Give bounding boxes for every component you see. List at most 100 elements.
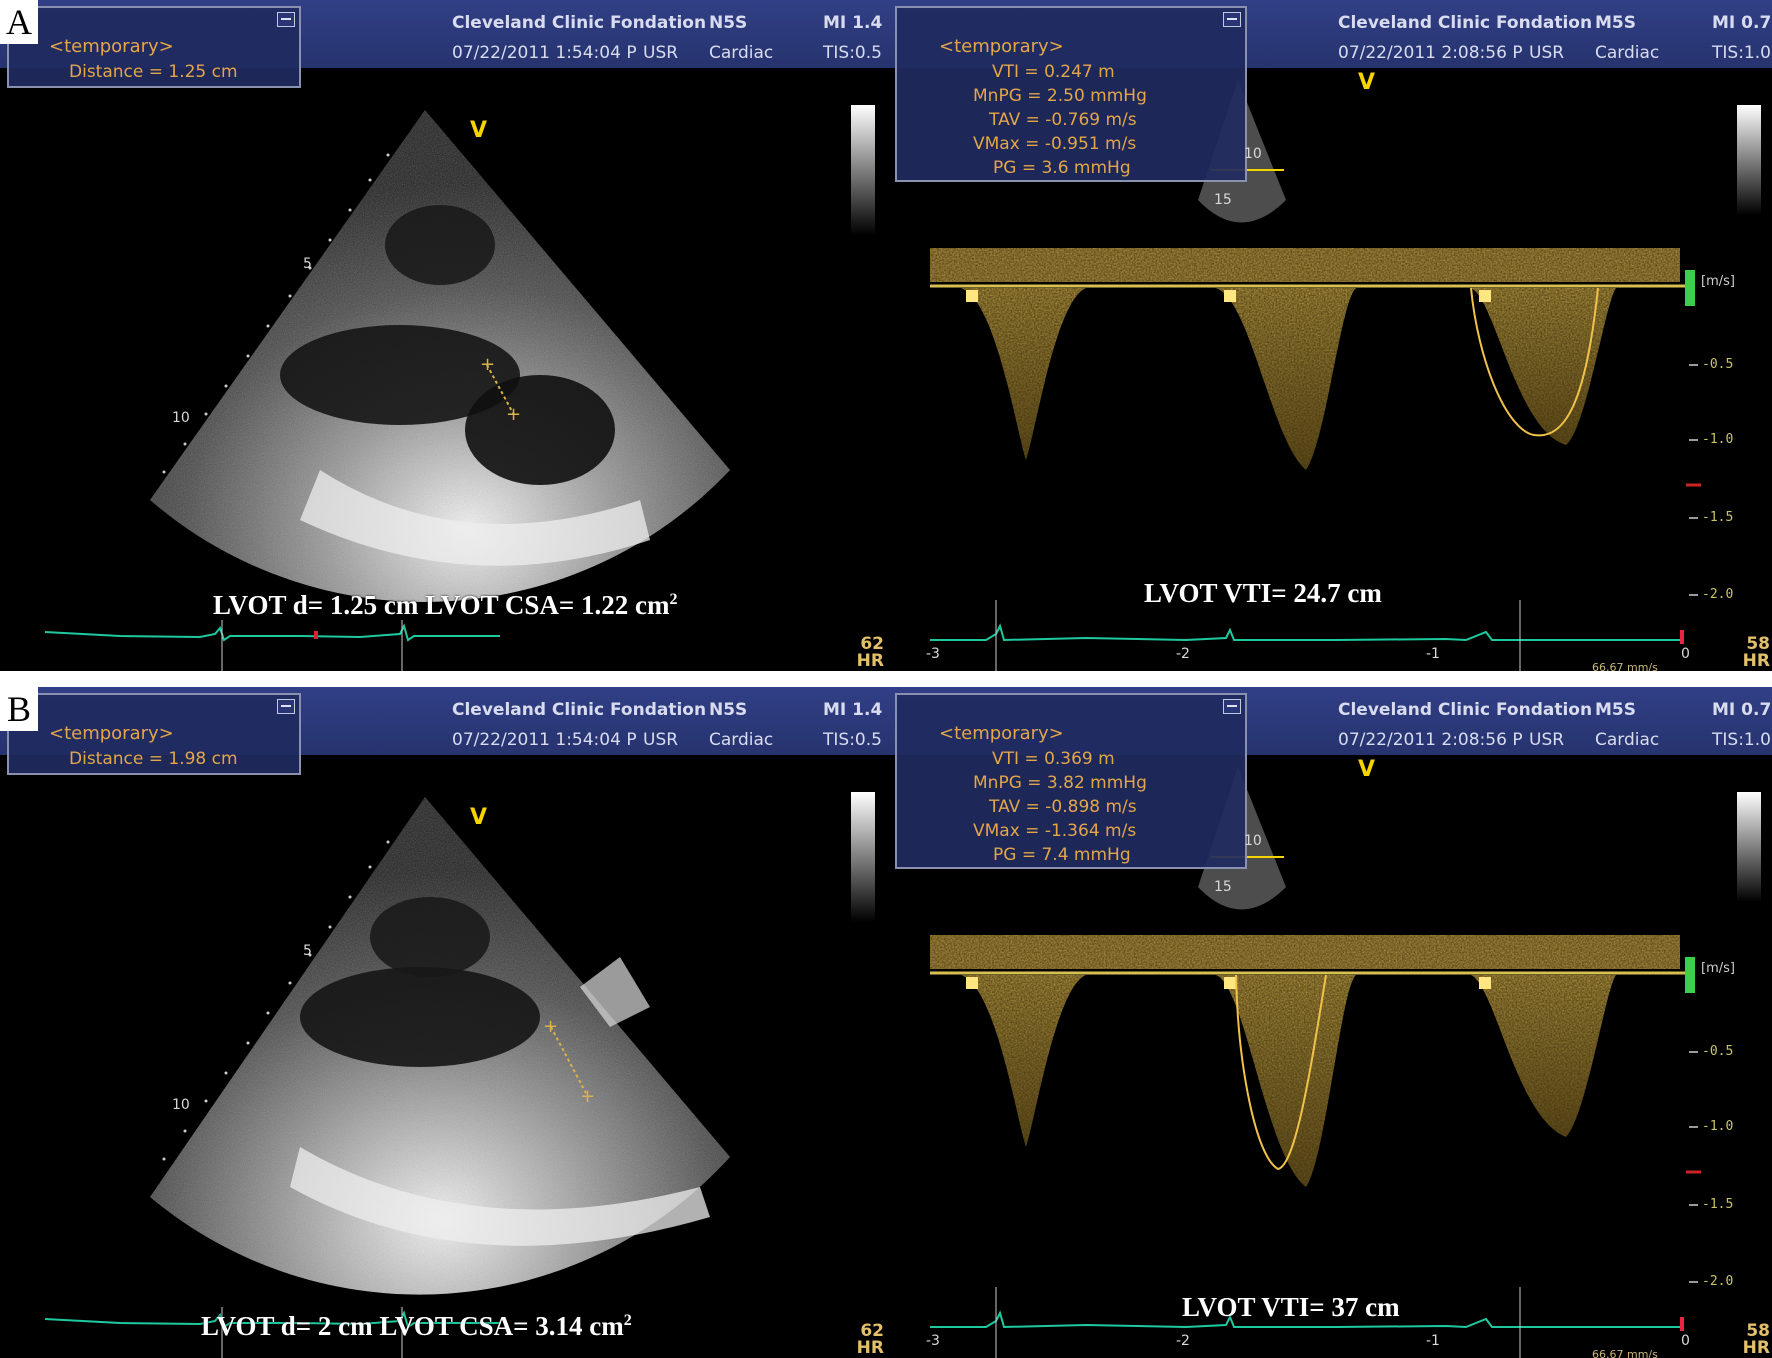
x-tick: -3: [926, 1333, 940, 1349]
svg-text:+: +: [506, 404, 521, 425]
institution-name: Cleveland Clinic Fondation: [1338, 13, 1593, 33]
vmax-value: VMax = -0.951 m/s: [973, 134, 1137, 154]
probe-orientation-mark: V: [470, 118, 488, 143]
vti-value: VTI = 0.247 m: [992, 62, 1115, 82]
echo-sector-image: + +: [44, 105, 875, 671]
mi-index: MI 0.7: [1712, 13, 1772, 33]
depth-mark-10: 10: [172, 1097, 190, 1113]
preset-label: Cardiac: [709, 730, 774, 750]
y-tick: -2.0: [1702, 587, 1734, 602]
user-label: USR: [1529, 43, 1565, 63]
x-tick: -2: [1176, 646, 1190, 662]
depth-mark-5: 5: [303, 943, 312, 959]
echo-sector-image: + +: [44, 792, 875, 1358]
heart-rate: 58 HR: [1742, 1321, 1770, 1358]
x-tick: -3: [926, 646, 940, 662]
probe-label: N5S: [709, 700, 748, 720]
x-tick: -1: [1426, 1333, 1440, 1349]
grayscale-bar: [851, 792, 875, 922]
x-tick: -2: [1176, 1333, 1190, 1349]
measurement-box[interactable]: <temporary> Distance = 1.25 cm: [7, 6, 301, 88]
x-tick: 0: [1681, 646, 1690, 662]
y-tick: -1.0: [1702, 1119, 1734, 1134]
probe-orientation-mark: V: [1358, 757, 1376, 782]
svg-text:+: +: [480, 354, 495, 375]
probe-label: M5S: [1595, 700, 1636, 720]
depth-mark-15: 15: [1214, 879, 1232, 895]
tis-index: TIS:0.5: [823, 43, 882, 63]
depth-mark-10: 10: [1244, 146, 1262, 162]
minimize-button[interactable]: [277, 12, 295, 27]
institution-name: Cleveland Clinic Fondation: [452, 700, 707, 720]
tis-index: TIS:1.0: [1712, 43, 1771, 63]
depth-mark-10: 10: [172, 410, 190, 426]
y-tick: -1.5: [1702, 510, 1734, 525]
datetime: 07/22/2011 1:54:04 P: [452, 43, 637, 63]
panel-b: + + Cleveland Clinic Fondation N5S MI 1.…: [0, 687, 1772, 1358]
heart-rate: 62 HR: [856, 1321, 884, 1358]
probe-orientation-mark: V: [1358, 70, 1376, 95]
depth-mark-5: 5: [303, 256, 312, 272]
mi-index: MI 0.7: [1712, 700, 1772, 720]
doppler-view: Cleveland Clinic Fondation M5S MI 0.7 07…: [886, 0, 1772, 671]
grayscale-bar: [1737, 105, 1761, 215]
datetime: 07/22/2011 2:08:56 P: [1338, 730, 1523, 750]
tav-value: TAV = -0.898 m/s: [989, 797, 1137, 817]
measure-title: <temporary>: [939, 36, 1064, 57]
probe-label: M5S: [1595, 13, 1636, 33]
velocity-unit: [m/s]: [1701, 961, 1735, 976]
grayscale-bar: [1737, 792, 1761, 902]
pg-value: PG = 7.4 mmHg: [993, 845, 1131, 865]
mnpg-value: MnPG = 2.50 mmHg: [973, 86, 1147, 106]
measure-title: <temporary>: [49, 723, 174, 744]
institution-name: Cleveland Clinic Fondation: [1338, 700, 1593, 720]
panel-letter: A: [0, 0, 38, 44]
minimize-button[interactable]: [1223, 699, 1241, 714]
user-label: USR: [1529, 730, 1565, 750]
depth-mark-15: 15: [1214, 192, 1232, 208]
probe-orientation-mark: V: [470, 805, 488, 830]
tis-index: TIS:0.5: [823, 730, 882, 750]
measurement-box[interactable]: <temporary> VTI = 0.369 m MnPG = 3.82 mm…: [895, 693, 1247, 869]
probe-label: N5S: [709, 13, 748, 33]
sweep-speed: 66.67 mm/s: [1592, 1348, 1658, 1358]
minimize-button[interactable]: [277, 699, 295, 714]
preset-label: Cardiac: [709, 43, 774, 63]
datetime: 07/22/2011 2:08:56 P: [1338, 43, 1523, 63]
echo-2d-view: + + Cleveland Clinic Fondation N5S MI 1.…: [0, 687, 886, 1358]
ecg-trace: [930, 623, 1680, 642]
heart-rate: 58 HR: [1742, 634, 1770, 671]
y-tick: -2.0: [1702, 1274, 1734, 1289]
measure-title: <temporary>: [939, 723, 1064, 744]
vti-caption: LVOT VTI= 37 cm: [1182, 1292, 1400, 1322]
measure-title: <temporary>: [49, 36, 174, 57]
preset-label: Cardiac: [1595, 43, 1660, 63]
minimize-button[interactable]: [1223, 12, 1241, 27]
pg-value: PG = 3.6 mmHg: [993, 158, 1131, 178]
mi-index: MI 1.4: [823, 700, 883, 720]
velocity-unit: [m/s]: [1701, 274, 1735, 289]
measurement-box[interactable]: <temporary> Distance = 1.98 cm: [7, 693, 301, 775]
user-label: USR: [643, 730, 679, 750]
preset-label: Cardiac: [1595, 730, 1660, 750]
doppler-view: Cleveland Clinic Fondation M5S MI 0.7 07…: [886, 687, 1772, 1358]
vti-caption: LVOT VTI= 24.7 cm: [1144, 578, 1382, 608]
lvot-caption: LVOT d= 2 cm LVOT CSA= 3.14 cm2: [201, 1311, 632, 1341]
datetime: 07/22/2011 1:54:04 P: [452, 730, 637, 750]
ecg-trace: [44, 623, 500, 642]
distance-value: Distance = 1.25 cm: [69, 62, 238, 82]
vmax-value: VMax = -1.364 m/s: [973, 821, 1137, 841]
y-tick: -1.5: [1702, 1197, 1734, 1212]
x-tick: 0: [1681, 1333, 1690, 1349]
lvot-caption: LVOT d= 1.25 cm LVOT CSA= 1.22 cm2: [213, 590, 678, 620]
depth-mark-10: 10: [1244, 833, 1262, 849]
panel-a: + + Cleveland Clinic Fondation N5S MI 1.…: [0, 0, 1772, 671]
measurement-box[interactable]: <temporary> VTI = 0.247 m MnPG = 2.50 mm…: [895, 6, 1247, 182]
y-tick: -0.5: [1702, 1044, 1734, 1059]
tav-value: TAV = -0.769 m/s: [989, 110, 1137, 130]
vti-value: VTI = 0.369 m: [992, 749, 1115, 769]
x-tick: -1: [1426, 646, 1440, 662]
panel-letter: B: [0, 687, 38, 731]
y-tick: -1.0: [1702, 432, 1734, 447]
institution-name: Cleveland Clinic Fondation: [452, 13, 707, 33]
